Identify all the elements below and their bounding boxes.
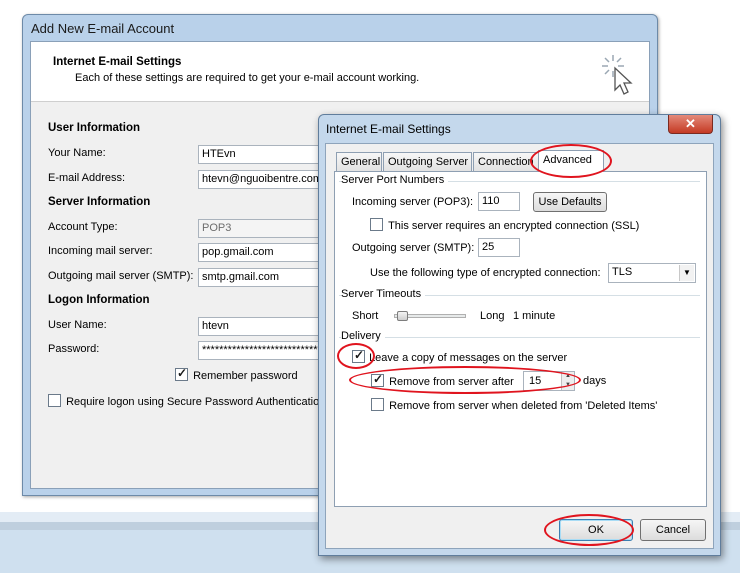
header-title: Internet E-mail Settings	[53, 56, 182, 68]
server-ports-heading: Server Port Numbers	[341, 174, 449, 186]
user-name-label: User Name:	[48, 319, 107, 331]
email-address-label: E-mail Address:	[48, 172, 126, 184]
outgoing-port-field[interactable]: 25	[478, 238, 520, 257]
ssl-label: This server requires an encrypted connec…	[388, 220, 640, 232]
remember-password-label: Remember password	[193, 370, 298, 382]
password-label: Password:	[48, 343, 100, 355]
remove-deleted-label: Remove from server when deleted from 'De…	[389, 400, 658, 412]
tab-general[interactable]: General	[336, 152, 382, 172]
leave-copy-label: Leave a copy of messages on the server	[369, 352, 568, 364]
delivery-heading: Delivery	[341, 330, 385, 342]
checkbox-box[interactable]	[48, 394, 61, 407]
server-info-heading: Server Information	[48, 196, 151, 208]
ssl-checkbox[interactable]: This server requires an encrypted connec…	[370, 218, 639, 234]
account-type-field: POP3	[198, 219, 323, 238]
timeout-value: 1 minute	[513, 310, 556, 322]
email-address-field[interactable]: htevn@nguoibentre.com	[198, 170, 323, 189]
spa-checkbox[interactable]: Require logon using Secure Password Auth…	[48, 394, 325, 410]
window-title: Add New E-mail Account	[31, 21, 175, 36]
checkbox-box[interactable]	[371, 398, 384, 411]
outgoing-server-label: Outgoing mail server (SMTP):	[48, 270, 194, 282]
internet-email-settings-dialog: Internet E-mail Settings ✕ General Outgo…	[318, 114, 721, 556]
spa-label: Require logon using Secure Password Auth…	[66, 396, 326, 408]
your-name-label: Your Name:	[48, 147, 106, 159]
encryption-type-select[interactable]: TLS ▼	[608, 263, 696, 283]
outgoing-server-field[interactable]: smtp.gmail.com	[198, 268, 323, 287]
tab-outgoing-server[interactable]: Outgoing Server	[383, 152, 472, 172]
encryption-type-value: TLS	[612, 266, 633, 278]
outgoing-port-label: Outgoing server (SMTP):	[352, 242, 475, 254]
close-icon: ✕	[685, 116, 696, 131]
incoming-server-field[interactable]: pop.gmail.com	[198, 243, 323, 262]
user-info-heading: User Information	[48, 122, 141, 134]
days-label: days	[583, 375, 607, 387]
account-type-label: Account Type:	[48, 221, 118, 233]
advanced-tab-panel: Server Port Numbers Incoming server (POP…	[334, 171, 707, 507]
highlight-ellipse-remove-after	[349, 366, 581, 394]
timeout-long-label: Long	[480, 310, 505, 322]
timeouts-heading: Server Timeouts	[341, 288, 426, 300]
timeout-short-label: Short	[352, 310, 379, 322]
dialog-client-area: General Outgoing Server Connection Advan…	[325, 143, 714, 549]
incoming-port-label: Incoming server (POP3):	[352, 196, 474, 208]
remove-deleted-checkbox[interactable]: Remove from server when deleted from 'De…	[371, 398, 657, 414]
highlight-ellipse-tab	[530, 144, 612, 178]
user-name-field[interactable]: htevn	[198, 317, 323, 336]
checkbox-box[interactable]	[175, 366, 188, 381]
window-header: Internet E-mail Settings Each of these s…	[31, 42, 649, 102]
header-subtitle: Each of these settings are required to g…	[75, 72, 420, 84]
use-defaults-button[interactable]: Use Defaults	[533, 192, 607, 212]
highlight-ellipse-ok	[544, 514, 634, 546]
your-name-field[interactable]: HTEvn	[198, 145, 323, 164]
wizard-cursor-icon	[602, 55, 633, 95]
checkbox-box[interactable]	[370, 218, 383, 231]
cancel-button[interactable]: Cancel	[640, 519, 706, 541]
chevron-down-icon[interactable]: ▼	[679, 265, 694, 281]
timeout-slider-thumb[interactable]	[397, 311, 409, 321]
incoming-server-label: Incoming mail server:	[48, 245, 153, 257]
highlight-ellipse-leave-copy	[337, 343, 375, 369]
encryption-type-label: Use the following type of encrypted conn…	[370, 267, 601, 279]
close-button[interactable]: ✕	[668, 115, 713, 134]
password-field[interactable]: *****************************	[198, 341, 323, 360]
dialog-title: Internet E-mail Settings	[326, 122, 451, 136]
incoming-port-field[interactable]: 110	[478, 192, 520, 211]
leave-copy-checkbox[interactable]: Leave a copy of messages on the server	[352, 348, 568, 366]
remember-password-checkbox[interactable]: Remember password	[175, 366, 298, 384]
logon-info-heading: Logon Information	[48, 294, 150, 306]
